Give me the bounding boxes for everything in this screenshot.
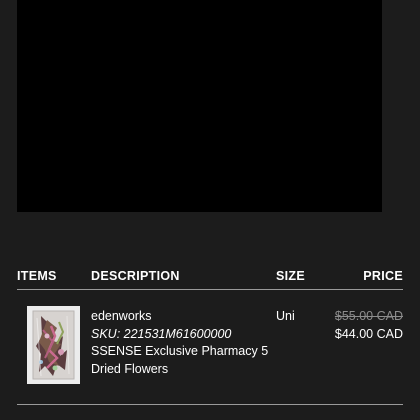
product-hero-image — [17, 0, 382, 212]
item-size: Uni — [276, 309, 295, 323]
header-size: SIZE — [276, 269, 305, 283]
row-divider — [17, 404, 403, 405]
header-price: PRICE — [363, 269, 403, 283]
item-sale-price: $44.00 CAD — [334, 326, 403, 341]
product-thumbnail[interactable] — [27, 306, 80, 384]
item-original-price: $55.00 CAD — [334, 309, 403, 323]
dried-flowers-bag-image — [27, 306, 80, 384]
item-price: $55.00 CAD $44.00 CAD — [335, 308, 403, 343]
order-page: ITEMS DESCRIPTION SIZE PRICE edenworks S… — [0, 0, 420, 420]
table-row: edenworks SKU: 221531M61600000 SSENSE Ex… — [17, 290, 403, 404]
item-name-line1[interactable]: SSENSE Exclusive Pharmacy 5 — [91, 343, 271, 361]
item-sku: SKU: 221531M61600000 — [91, 326, 232, 341]
order-items-table: ITEMS DESCRIPTION SIZE PRICE edenworks S… — [17, 267, 403, 404]
header-items: ITEMS — [17, 269, 57, 283]
item-description: edenworks SKU: 221531M61600000 SSENSE Ex… — [91, 308, 271, 378]
item-brand[interactable]: edenworks — [91, 308, 271, 326]
header-description: DESCRIPTION — [91, 269, 180, 283]
item-name-line2[interactable]: Dried Flowers — [91, 361, 271, 379]
table-header: ITEMS DESCRIPTION SIZE PRICE — [17, 267, 403, 289]
